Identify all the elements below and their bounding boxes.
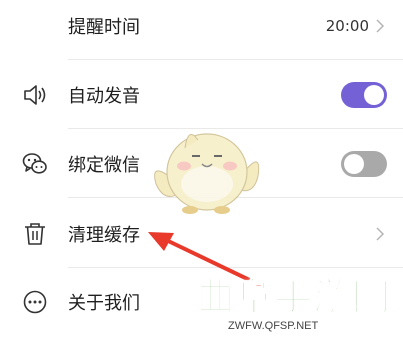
- trash-icon: [25, 223, 45, 245]
- setting-row-reminder-time[interactable]: 提醒时间 20:00: [0, 2, 403, 50]
- bind-wechat-label: 绑定微信: [68, 155, 140, 176]
- toggle-knob: [344, 154, 364, 174]
- bind-wechat-toggle[interactable]: [341, 151, 387, 177]
- divider: [68, 59, 403, 60]
- setting-row-auto-pronounce[interactable]: 自动发音: [0, 71, 403, 119]
- reminder-time-label: 提醒时间: [68, 17, 140, 38]
- speaker-icon: [24, 85, 46, 105]
- more-dots-icon: [23, 290, 47, 314]
- wechat-icon: [22, 153, 47, 174]
- auto-pronounce-label: 自动发音: [68, 86, 140, 107]
- chevron-right-icon: [376, 227, 385, 241]
- toggle-knob: [364, 85, 384, 105]
- chevron-right-icon: [376, 19, 385, 33]
- mascot-watermark-image: [154, 133, 260, 214]
- watermark-url: ZWFW.QFSP.NET: [228, 320, 319, 332]
- reminder-time-value: 20:00: [325, 17, 369, 35]
- about-us-label: 关于我们: [68, 293, 140, 314]
- auto-pronounce-toggle[interactable]: [341, 82, 387, 108]
- watermark-title: 曲阜手游网: [195, 274, 392, 320]
- clear-cache-label: 清理缓存: [68, 225, 140, 246]
